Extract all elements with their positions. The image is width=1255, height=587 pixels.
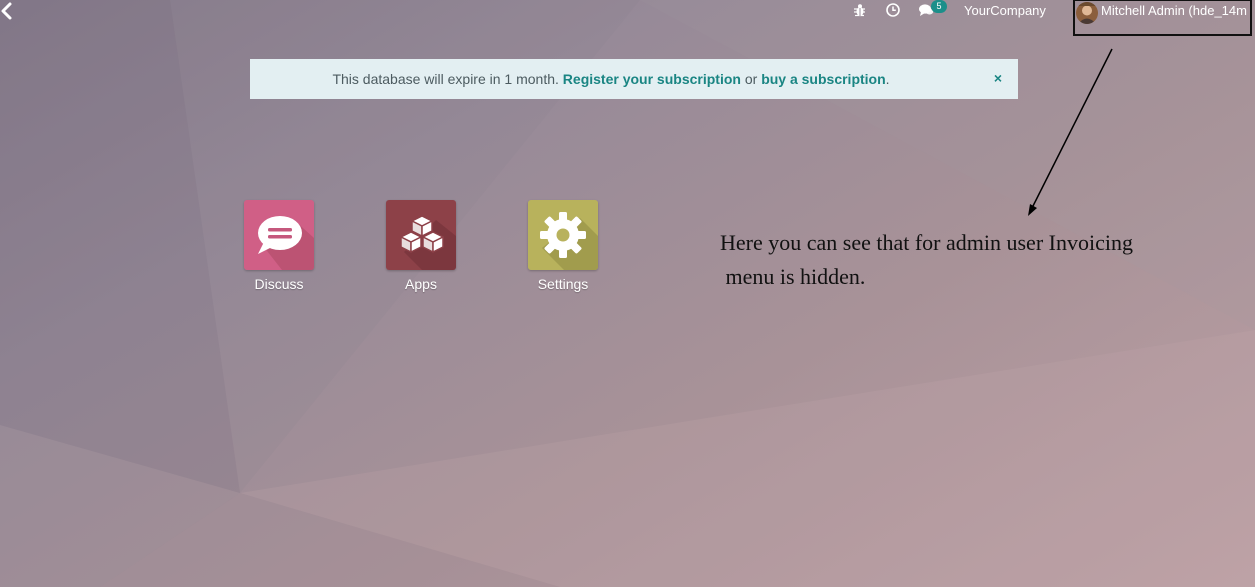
avatar	[1076, 2, 1098, 24]
message-count-badge: 5	[931, 0, 947, 13]
app-settings[interactable]: Settings	[508, 200, 618, 300]
app-apps[interactable]: Apps	[366, 200, 476, 300]
annotation-arrow	[1028, 48, 1113, 216]
debug-button[interactable]	[852, 2, 868, 18]
banner-text-before: This database will expire in 1 month.	[332, 71, 563, 87]
app-label: Apps	[405, 276, 437, 292]
back-button[interactable]	[0, 1, 16, 21]
banner-text-middle: or	[740, 71, 762, 87]
speech-bubble-icon	[244, 200, 314, 270]
gear-icon	[528, 200, 598, 270]
settings-app-icon	[528, 200, 598, 270]
apps-app-icon	[386, 200, 456, 270]
register-subscription-link[interactable]: Register your subscription	[563, 71, 741, 87]
annotation-text-line-2: menu is hidden.	[720, 264, 866, 289]
activity-button[interactable]	[885, 2, 901, 18]
annotation-text-line-1: Here you can see that for admin user Inv…	[720, 230, 1133, 255]
app-discuss[interactable]: Discuss	[224, 200, 334, 300]
user-menu[interactable]: Mitchell Admin (hde_14m	[1073, 0, 1252, 36]
banner-text-after: .	[885, 71, 890, 87]
cubes-icon	[386, 200, 456, 270]
clock-icon	[886, 3, 900, 17]
banner-message: This database will expire in 1 month. Re…	[250, 59, 972, 99]
user-name: Mitchell Admin (hde_14m	[1101, 3, 1247, 18]
discuss-app-icon	[244, 200, 314, 270]
bug-icon	[854, 4, 865, 17]
close-banner-button[interactable]: ×	[988, 59, 1008, 99]
app-label: Discuss	[254, 276, 304, 292]
app-label: Settings	[537, 276, 589, 292]
buy-subscription-link[interactable]: buy a subscription	[761, 71, 885, 87]
chevron-left-icon	[1, 2, 12, 20]
expiration-banner: This database will expire in 1 month. Re…	[250, 59, 1018, 99]
company-switcher[interactable]: YourCompany	[964, 3, 1046, 18]
